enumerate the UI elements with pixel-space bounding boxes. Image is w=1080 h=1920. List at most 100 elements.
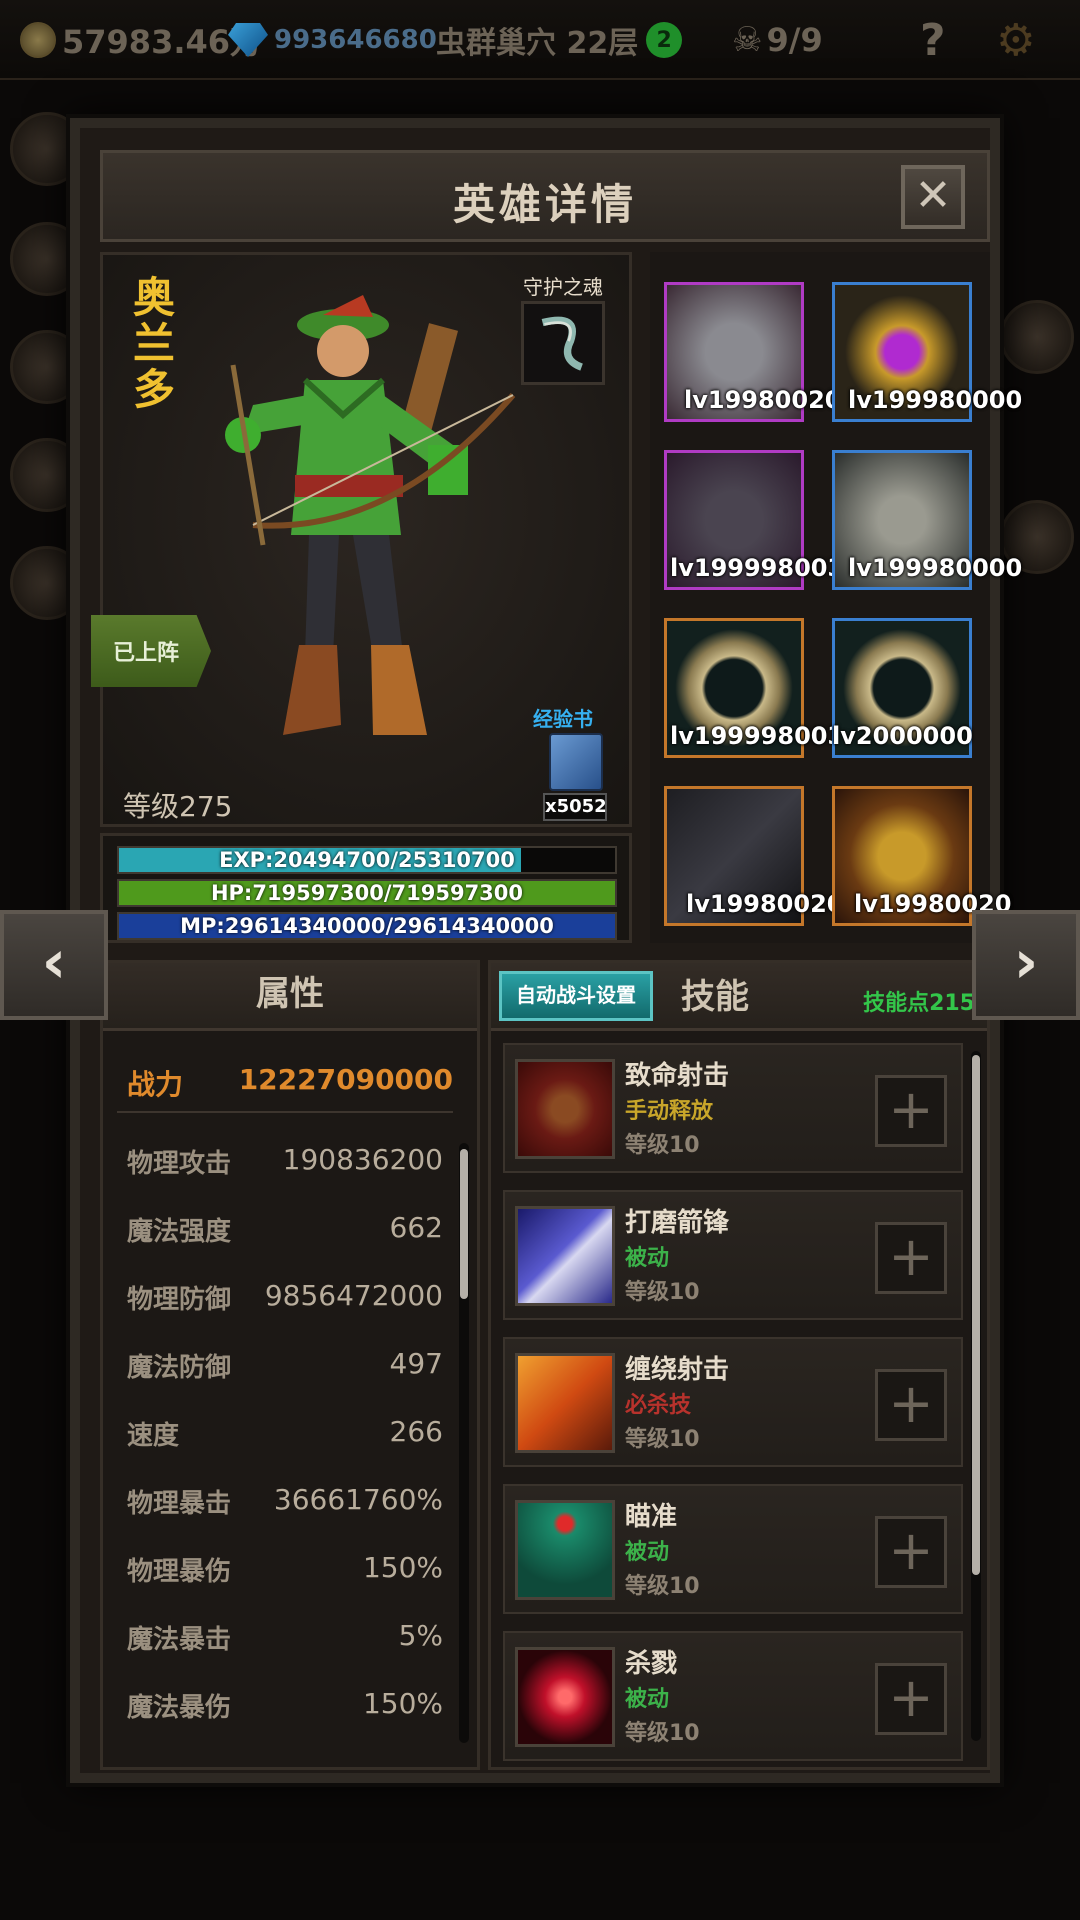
attribute-label: 物理攻击	[127, 1149, 232, 1179]
skill-name: 杀戮	[625, 1649, 678, 1679]
mp-bar: MP:29614340000/29614340000	[117, 912, 617, 940]
gem-amount: 993646680	[274, 25, 437, 55]
gear-icon: ⚙	[996, 14, 1036, 66]
skill-card[interactable]: 瞄准 被动 等级10 +	[503, 1484, 963, 1614]
hero-stat-bars: EXP:20494700/25310700 HP:719597300/71959…	[100, 833, 632, 943]
settings-button[interactable]: ⚙	[996, 14, 1036, 66]
exp-bar-text: EXP:20494700/25310700	[219, 848, 515, 872]
skill-level: 等级10	[625, 1427, 700, 1452]
skill-points: 技能点215	[863, 991, 975, 1016]
equipment-slot-armor[interactable]: lv1999980032	[664, 450, 861, 590]
attributes-header: 属性	[103, 963, 477, 1031]
hp-bar-text: HP:719597300/719597300	[210, 881, 524, 905]
skill-name: 致命射击	[625, 1061, 730, 1091]
combat-power-label: 战力	[127, 1068, 184, 1101]
attribute-row: 物理暴击 36661760%	[117, 1483, 443, 1523]
skill-type: 被动	[625, 1540, 670, 1565]
stage-name: 虫群巢穴 22层	[436, 26, 639, 61]
skull-icon: ☠	[732, 20, 763, 60]
attribute-label: 物理防御	[127, 1285, 232, 1315]
hero-name: 奥 兰 多	[131, 275, 177, 413]
hero-level: 等级275	[123, 790, 233, 823]
auto-battle-settings-button[interactable]: 自动战斗设置	[499, 971, 653, 1021]
equipment-level: lv2000000	[832, 722, 973, 750]
equipment-slot-helmet[interactable]: lv19980020	[664, 282, 841, 422]
attribute-row: 物理防御 9856472000	[117, 1279, 443, 1319]
skill-type: 必杀技	[625, 1393, 692, 1418]
attribute-value: 266	[389, 1415, 443, 1448]
deployed-tag: 已上阵	[91, 615, 211, 687]
close-button[interactable]: ✕	[901, 165, 965, 229]
exp-book-icon[interactable]	[549, 733, 603, 791]
skills-panel: 自动战斗设置 技能 技能点215 致命射击 手动释放 等级10 + 打磨箭锋 被…	[488, 960, 990, 1770]
stage-badge: 2	[646, 22, 683, 58]
skull-counter: ☠ 9/9	[732, 16, 823, 64]
attribute-value: 150%	[362, 1551, 443, 1584]
skull-amount: 9/9	[766, 21, 823, 59]
diamond-icon	[228, 23, 268, 57]
previous-hero-button[interactable]: ‹	[0, 910, 108, 1020]
equipment-slot-amulet[interactable]: lv199980000	[832, 282, 1022, 422]
equipment-slot-boots[interactable]: lv199980000	[832, 450, 1022, 590]
attribute-row: 速度 266	[117, 1415, 443, 1455]
skills-header-bar: 自动战斗设置 技能 技能点215	[491, 963, 987, 1031]
gold-counter: 57983.46万	[20, 16, 262, 64]
skill-name: 打磨箭锋	[625, 1208, 730, 1238]
equipment-slot-ring-1[interactable]: lv1999980032	[664, 618, 861, 758]
mp-bar-text: MP:29614340000/29614340000	[180, 914, 554, 938]
skill-upgrade-button[interactable]: +	[875, 1369, 947, 1441]
skill-upgrade-button[interactable]: +	[875, 1516, 947, 1588]
skill-upgrade-button[interactable]: +	[875, 1222, 947, 1294]
skills-header: 技能	[681, 977, 749, 1017]
attribute-label: 速度	[127, 1421, 180, 1451]
gold-coin-icon	[20, 22, 56, 58]
skills-scrollbar[interactable]	[972, 1055, 980, 1575]
equipment-slot-ring-2[interactable]: lv2000000	[832, 618, 973, 758]
status-bar: 57983.46万 993646680 虫群巢穴 22层 2 ☠ 9/9 ? ⚙	[0, 0, 1080, 80]
attribute-row: 物理暴伤 150%	[117, 1551, 443, 1591]
combat-power-row: 战力 12227090000	[117, 1063, 453, 1113]
equipment-level: lv199980000	[848, 386, 1023, 414]
attributes-panel: 属性 战力 12227090000 物理攻击 190836200 魔法强度 66…	[100, 960, 480, 1770]
skill-card[interactable]: 缠绕射击 必杀技 等级10 +	[503, 1337, 963, 1467]
equipment-grid: lv19980020 lv199980000 lv1999980032 lv19…	[650, 252, 1022, 943]
skill-level: 等级10	[625, 1574, 700, 1599]
dialog-title-bar: 英雄详情 ✕	[100, 150, 990, 242]
exp-book-label: 经验书	[533, 707, 593, 731]
skill-name: 瞄准	[625, 1502, 678, 1532]
equipment-slot-gauntlet[interactable]: lv19980020	[832, 786, 1011, 926]
attributes-scrollbar[interactable]	[460, 1149, 468, 1299]
stage-info[interactable]: 虫群巢穴 22层 2	[436, 16, 683, 64]
attribute-label: 魔法暴击	[127, 1625, 232, 1655]
help-button[interactable]: ?	[920, 15, 946, 66]
crosshair-target-icon	[515, 1059, 615, 1159]
attribute-label: 魔法防御	[127, 1353, 232, 1383]
skill-upgrade-button[interactable]: +	[875, 1663, 947, 1735]
gem-counter: 993646680	[228, 16, 437, 64]
skill-level: 等级10	[625, 1721, 700, 1746]
next-hero-button[interactable]: ›	[972, 910, 1080, 1020]
hero-name-char: 兰	[132, 319, 175, 368]
equipment-slot-weapon[interactable]: lv19980020	[664, 786, 843, 926]
skill-card[interactable]: 致命射击 手动释放 等级10 +	[503, 1043, 963, 1173]
attribute-label: 物理暴击	[127, 1489, 232, 1519]
skill-list[interactable]: 致命射击 手动释放 等级10 + 打磨箭锋 被动 等级10 + 缠绕射击 必杀技…	[491, 1043, 987, 1763]
attribute-value: 150%	[362, 1687, 443, 1720]
slaughter-burst-icon	[515, 1647, 615, 1747]
skill-level: 等级10	[625, 1280, 700, 1305]
attribute-row: 魔法暴击 5%	[117, 1619, 443, 1659]
skill-type: 被动	[625, 1246, 670, 1271]
attribute-label: 魔法暴伤	[127, 1693, 232, 1723]
aim-arrow-icon	[515, 1500, 615, 1600]
exp-bar: EXP:20494700/25310700	[117, 846, 617, 874]
skill-card[interactable]: 杀戮 被动 等级10 +	[503, 1631, 963, 1761]
combat-power-value: 12227090000	[238, 1063, 453, 1096]
equipment-level: lv199980000	[848, 554, 1023, 582]
skill-upgrade-button[interactable]: +	[875, 1075, 947, 1147]
skill-card[interactable]: 打磨箭锋 被动 等级10 +	[503, 1190, 963, 1320]
hero-name-char: 多	[132, 365, 175, 414]
hero-archer-figure	[225, 295, 516, 735]
guardian-soul-slot[interactable]	[521, 301, 605, 385]
exp-book-count: x5052	[543, 793, 607, 821]
attribute-row: 魔法防御 497	[117, 1347, 443, 1387]
